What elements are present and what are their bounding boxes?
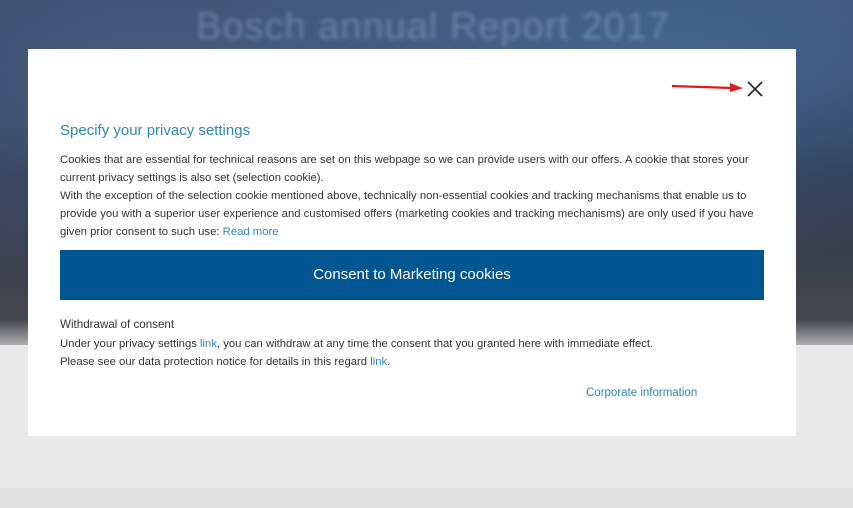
red-arrow-icon	[672, 83, 743, 92]
corporate-information-link[interactable]: Corporate information	[586, 387, 697, 399]
intro-paragraph-1: Cookies that are essential for technical…	[60, 154, 749, 184]
page: Bosch annual Report 2017 Specify your pr…	[0, 0, 853, 508]
notice-paragraph: Please see our data protection notice fo…	[60, 353, 760, 371]
close-icon	[747, 81, 763, 97]
read-more-link[interactable]: Read more	[223, 226, 279, 238]
withdrawal-title: Withdrawal of consent	[60, 318, 175, 331]
privacy-settings-modal: Specify your privacy settings Cookies th…	[28, 49, 796, 436]
modal-title: Specify your privacy settings	[60, 122, 251, 139]
hero-title: Bosch annual Report 2017	[196, 6, 670, 48]
notice-pre: Please see our data protection notice fo…	[60, 356, 371, 368]
close-button[interactable]	[744, 78, 766, 100]
privacy-settings-link[interactable]: link	[200, 338, 217, 350]
intro-paragraph-2-text: With the exception of the selection cook…	[60, 190, 754, 238]
footer-strip	[0, 488, 853, 508]
withdrawal-pre: Under your privacy settings	[60, 338, 201, 350]
intro-paragraph-2: With the exception of the selection cook…	[60, 187, 760, 241]
data-protection-link[interactable]: link	[370, 356, 387, 368]
withdrawal-text: Under your privacy settings link, you ca…	[60, 335, 760, 371]
notice-post: .	[387, 356, 391, 368]
withdrawal-paragraph: Under your privacy settings link, you ca…	[60, 335, 760, 353]
withdrawal-post: , you can withdraw at any time the conse…	[216, 338, 654, 350]
consent-marketing-cookies-button[interactable]: Consent to Marketing cookies	[60, 250, 764, 300]
intro-text: Cookies that are essential for technical…	[60, 151, 760, 241]
